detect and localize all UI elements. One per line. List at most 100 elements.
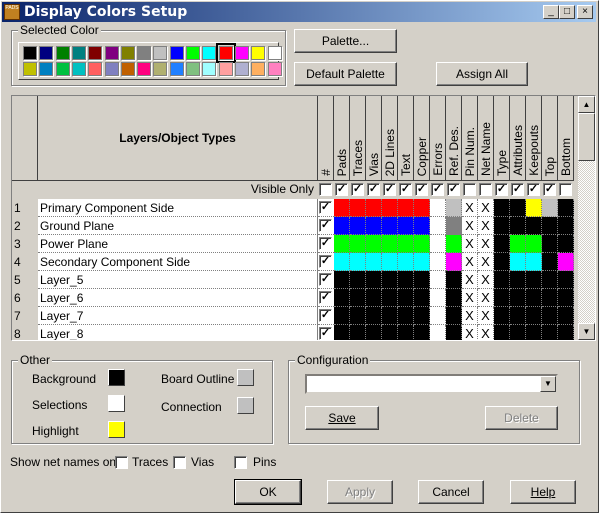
color-cell[interactable] [494,289,510,307]
layer-name[interactable]: Power Plane [38,235,318,253]
color-cell[interactable] [382,271,398,289]
column-header[interactable]: Text [398,96,414,181]
selections-color-swatch[interactable] [108,395,125,412]
layer-visible-checkbox[interactable]: ✓ [319,219,332,232]
color-cell[interactable] [414,235,430,253]
color-cell[interactable] [526,217,542,235]
color-cell[interactable] [350,235,366,253]
color-cell[interactable] [558,289,574,307]
color-cell[interactable] [414,289,430,307]
color-cell[interactable] [334,253,350,271]
color-cell[interactable] [382,199,398,217]
visible-only-checkbox[interactable]: ✓ [415,183,428,196]
palette-swatch[interactable] [55,62,70,76]
color-cell[interactable] [350,217,366,235]
color-cell[interactable] [510,199,526,217]
color-cell[interactable] [510,217,526,235]
color-cell[interactable] [414,271,430,289]
layer-name[interactable]: Layer_7 [38,307,318,325]
color-cell[interactable] [446,253,462,271]
board-outline-color-swatch[interactable] [237,369,254,386]
palette-swatch[interactable] [267,62,282,76]
layer-visible-checkbox[interactable]: ✓ [319,291,332,304]
color-cell[interactable]: X [478,235,494,253]
layer-visible-checkbox[interactable]: ✓ [319,273,332,286]
color-cell[interactable] [446,199,462,217]
palette-swatch[interactable] [251,46,266,60]
color-cell[interactable] [430,307,446,325]
color-cell[interactable] [558,217,574,235]
vias-checkbox[interactable] [173,456,186,469]
palette-swatch[interactable] [88,62,103,76]
cancel-button[interactable]: Cancel [418,480,484,504]
color-cell[interactable] [446,217,462,235]
color-cell[interactable] [334,307,350,325]
color-cell[interactable] [366,235,382,253]
color-cell[interactable] [558,235,574,253]
palette-swatch[interactable] [104,46,119,60]
apply-button[interactable]: Apply [327,480,393,504]
palette-swatch[interactable] [202,46,217,60]
color-cell[interactable] [542,217,558,235]
layer-name[interactable]: Primary Component Side [38,199,318,217]
color-cell[interactable] [350,199,366,217]
color-cell[interactable] [558,271,574,289]
color-cell[interactable] [542,289,558,307]
color-cell[interactable] [446,325,462,340]
help-button[interactable]: Help [510,480,576,504]
color-cell[interactable] [494,307,510,325]
color-cell[interactable] [510,271,526,289]
palette-swatch[interactable] [104,62,119,76]
configuration-dropdown[interactable]: ▼ [305,374,558,394]
color-cell[interactable] [398,217,414,235]
visible-only-checkbox[interactable]: ✓ [351,183,364,196]
column-header[interactable]: Pads [334,96,350,181]
palette-swatch[interactable] [186,46,200,60]
visible-only-checkbox[interactable]: ✓ [335,183,348,196]
ok-button[interactable]: OK [234,479,302,505]
color-cell[interactable] [366,325,382,340]
color-cell[interactable]: X [478,307,494,325]
column-header[interactable]: Top [542,96,558,181]
palette-swatch[interactable] [120,62,135,76]
color-cell[interactable]: X [478,217,494,235]
default-palette-button[interactable]: Default Palette [294,62,397,86]
column-header[interactable]: Errors [430,96,446,181]
color-cell[interactable]: X [462,199,478,217]
scroll-down-button[interactable]: ▼ [578,323,595,340]
color-cell[interactable] [398,253,414,271]
palette-swatch[interactable] [234,46,249,60]
color-cell[interactable] [494,271,510,289]
palette-swatch[interactable] [153,62,168,76]
color-cell[interactable]: X [462,307,478,325]
column-header[interactable]: Vias [366,96,382,181]
visible-only-checkbox[interactable] [479,183,492,196]
color-cell[interactable] [430,217,446,235]
color-cell[interactable]: X [462,235,478,253]
color-cell[interactable] [414,325,430,340]
color-cell[interactable] [510,325,526,340]
layer-name[interactable]: Layer_6 [38,289,318,307]
visible-only-checkbox[interactable]: ✓ [383,183,396,196]
color-cell[interactable] [558,325,574,340]
color-cell[interactable] [334,289,350,307]
color-cell[interactable] [558,199,574,217]
color-cell[interactable] [510,235,526,253]
color-cell[interactable] [350,289,366,307]
column-header[interactable]: Bottom [558,96,574,181]
background-color-swatch[interactable] [108,369,125,386]
color-cell[interactable] [414,199,430,217]
delete-button[interactable]: Delete [485,406,558,430]
color-cell[interactable] [526,199,542,217]
palette-swatch[interactable] [71,62,86,76]
color-cell[interactable] [398,325,414,340]
color-cell[interactable]: X [462,217,478,235]
color-cell[interactable] [494,217,510,235]
highlight-color-swatch[interactable] [108,421,125,438]
color-cell[interactable]: X [462,325,478,340]
color-cell[interactable] [446,235,462,253]
column-header[interactable]: Net Name [478,96,494,181]
color-cell[interactable] [382,235,398,253]
minimize-button[interactable]: _ [543,5,559,19]
color-cell[interactable] [382,217,398,235]
